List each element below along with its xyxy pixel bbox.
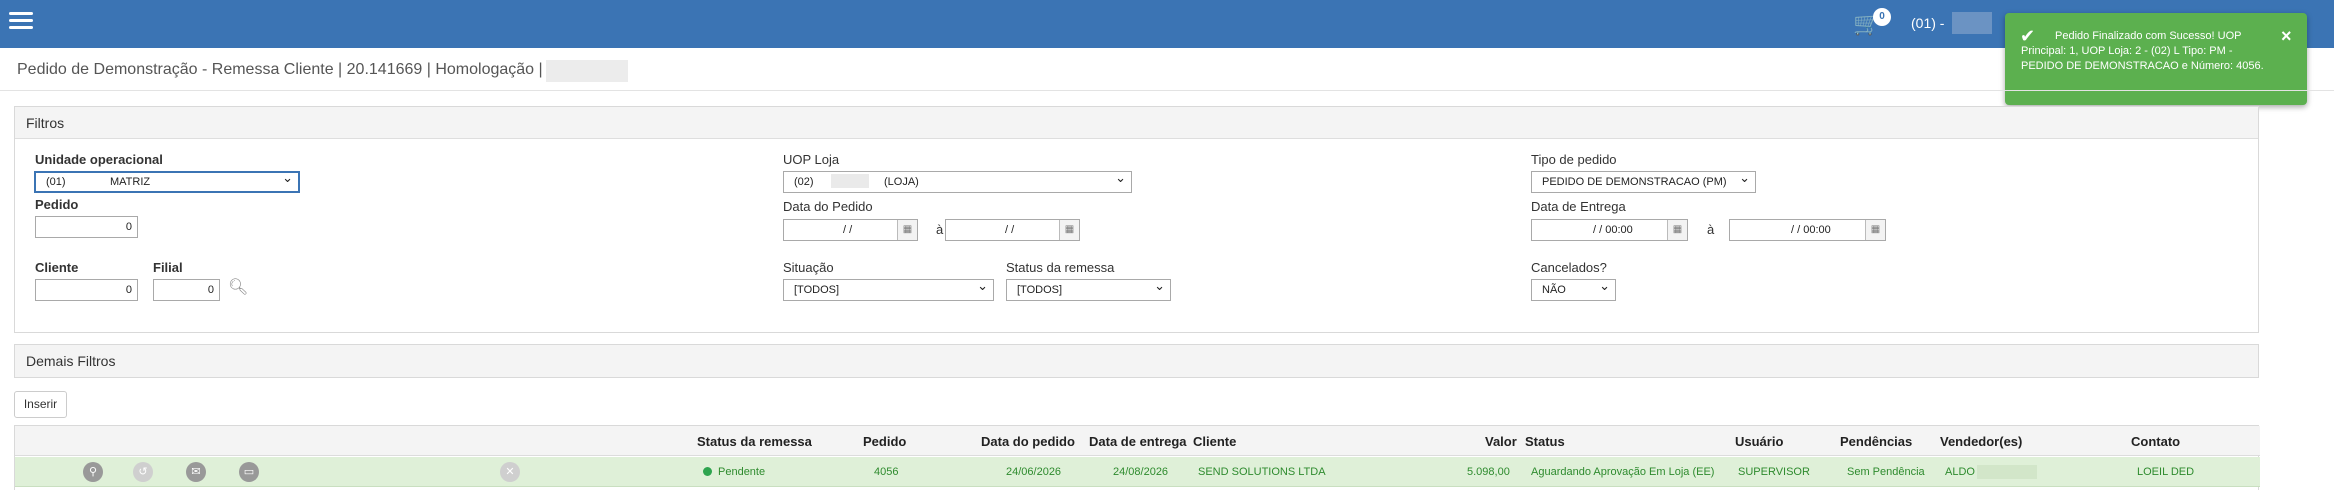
- datetime-mask: / / 00:00: [1593, 224, 1633, 236]
- cancelados-select[interactable]: NÃO: [1531, 276, 1616, 301]
- col-valor[interactable]: Valor: [1485, 434, 1517, 449]
- unidade-code: (01): [46, 176, 66, 188]
- uop-loja-select[interactable]: (02) (LOJA): [783, 168, 1132, 193]
- cell-status: Aguardando Aprovação Em Loja (EE): [1531, 466, 1715, 478]
- data-pedido-to-input[interactable]: / / ▦: [945, 219, 1080, 241]
- data-pedido-from-input[interactable]: / / ▦: [783, 219, 918, 241]
- success-toast: ✔ Pedido Finalizado com Sucesso! UOP Pri…: [2005, 13, 2307, 105]
- mail-icon[interactable]: ✉: [186, 462, 206, 482]
- status-remessa-label: Status da remessa: [1006, 260, 1115, 275]
- col-pedido[interactable]: Pedido: [863, 434, 906, 449]
- cliente-input[interactable]: 0: [35, 279, 138, 301]
- situacao-select[interactable]: [TODOS]: [783, 276, 994, 301]
- col-contato[interactable]: Contato: [2131, 434, 2180, 449]
- current-uop-label[interactable]: (01) -: [1911, 15, 1944, 31]
- cart-count-badge: 0: [1873, 8, 1891, 26]
- toast-message: Pedido Finalizado com Sucesso! UOP Princ…: [2021, 30, 2264, 72]
- insert-button[interactable]: Inserir: [14, 391, 67, 418]
- filial-label: Filial: [153, 260, 183, 275]
- data-entrega-from-input[interactable]: / / 00:00 ▦: [1531, 219, 1688, 241]
- cancelados-label: Cancelados?: [1531, 260, 1607, 275]
- results-table: Status da remessa Pedido Data do pedido …: [14, 425, 2260, 490]
- col-pendencias[interactable]: Pendências: [1840, 434, 1912, 449]
- calendar-icon[interactable]: ▦: [897, 220, 917, 240]
- col-status-remessa[interactable]: Status da remessa: [697, 434, 812, 449]
- table-row[interactable]: ⚲ ↺ ✉ ▭ ✕ Pendente 4056 24/06/2026 24/08…: [15, 457, 2260, 487]
- redacted-block: [1977, 465, 2037, 479]
- calendar-icon[interactable]: ▦: [1667, 220, 1687, 240]
- cell-pendencias: Sem Pendência: [1847, 466, 1925, 478]
- cell-data-entrega: 24/08/2026: [1113, 466, 1169, 478]
- search-icon[interactable]: ⚲: [83, 462, 103, 482]
- hamburger-icon[interactable]: [9, 12, 33, 32]
- divider: [0, 90, 2334, 91]
- col-data-entrega[interactable]: Data de entrega: [1089, 434, 1187, 449]
- cell-valor: 5.098,00: [1467, 466, 1510, 478]
- unidade-select[interactable]: (01) MATRIZ: [34, 169, 300, 193]
- cancel-icon[interactable]: ✕: [500, 462, 520, 482]
- more-filters-heading[interactable]: Demais Filtros: [15, 345, 2258, 377]
- cancelados-value: NÃO: [1542, 284, 1566, 296]
- tipo-pedido-label: Tipo de pedido: [1531, 152, 1617, 167]
- col-cliente[interactable]: Cliente: [1193, 434, 1236, 449]
- date-range-separator: à: [936, 222, 944, 237]
- redacted-block: [831, 174, 869, 188]
- cell-pedido: 4056: [874, 466, 899, 478]
- redacted-block: [546, 60, 628, 82]
- col-status[interactable]: Status: [1525, 434, 1565, 449]
- page-title: Pedido de Demonstração - Remessa Cliente…: [17, 61, 543, 78]
- calendar-icon[interactable]: ▦: [1059, 220, 1079, 240]
- filters-heading[interactable]: Filtros: [15, 107, 2258, 139]
- cell-cliente: SEND SOLUTIONS LTDA: [1198, 466, 1326, 478]
- tipo-pedido-select[interactable]: PEDIDO DE DEMONSTRACAO (PM): [1531, 168, 1756, 193]
- status-remessa-select[interactable]: [TODOS]: [1006, 276, 1171, 301]
- redacted-block: [1952, 12, 1992, 34]
- datetime-mask: / / 00:00: [1791, 224, 1831, 236]
- status-remessa-value: [TODOS]: [1017, 284, 1063, 296]
- unidade-value: MATRIZ: [110, 176, 151, 188]
- data-entrega-label: Data de Entrega: [1531, 199, 1626, 214]
- filters-panel: Filtros Unidade operacional (01) MATRIZ …: [14, 106, 2259, 333]
- date-range-separator: à: [1707, 222, 1715, 237]
- message-icon[interactable]: ▭: [239, 462, 259, 482]
- cliente-label: Cliente: [35, 260, 79, 275]
- situacao-label: Situação: [783, 260, 834, 275]
- search-icon[interactable]: 🔍︎: [228, 277, 248, 297]
- uop-loja-code: (02): [794, 176, 814, 188]
- uop-loja-value: (LOJA): [884, 176, 919, 188]
- calendar-icon[interactable]: ▦: [1865, 220, 1885, 240]
- date-mask: / /: [1005, 224, 1015, 236]
- toast-close-button[interactable]: ×: [2281, 27, 2292, 45]
- cell-status-remessa: Pendente: [703, 466, 765, 478]
- cell-usuario: SUPERVISOR: [1738, 466, 1810, 478]
- more-filters-panel[interactable]: Demais Filtros: [14, 344, 2259, 378]
- cell-contato: LOEIL DED: [2137, 466, 2195, 478]
- pedido-input[interactable]: 0: [35, 216, 138, 238]
- situacao-value: [TODOS]: [794, 284, 840, 296]
- uop-loja-label: UOP Loja: [783, 152, 840, 167]
- data-entrega-to-input[interactable]: / / 00:00 ▦: [1729, 219, 1886, 241]
- history-icon[interactable]: ↺: [133, 462, 153, 482]
- filial-input[interactable]: 0: [153, 279, 220, 301]
- col-vendedores[interactable]: Vendedor(es): [1940, 434, 2022, 449]
- cell-vendedor: ALDO: [1945, 466, 1975, 478]
- tipo-pedido-value: PEDIDO DE DEMONSTRACAO (PM): [1542, 176, 1727, 188]
- col-usuario[interactable]: Usuário: [1735, 434, 1783, 449]
- data-pedido-label: Data do Pedido: [783, 199, 873, 214]
- date-mask: / /: [843, 224, 853, 236]
- pedido-label: Pedido: [35, 197, 79, 212]
- table-header: Status da remessa Pedido Data do pedido …: [15, 426, 2260, 456]
- top-bar: 🛒 0 (01) -: [0, 0, 2334, 48]
- unidade-label: Unidade operacional: [35, 152, 163, 167]
- cell-data-pedido: 24/06/2026: [1006, 466, 1062, 478]
- status-remessa-text: Pendente: [718, 466, 766, 478]
- status-dot-icon: [703, 467, 712, 476]
- col-data-pedido[interactable]: Data do pedido: [981, 434, 1075, 449]
